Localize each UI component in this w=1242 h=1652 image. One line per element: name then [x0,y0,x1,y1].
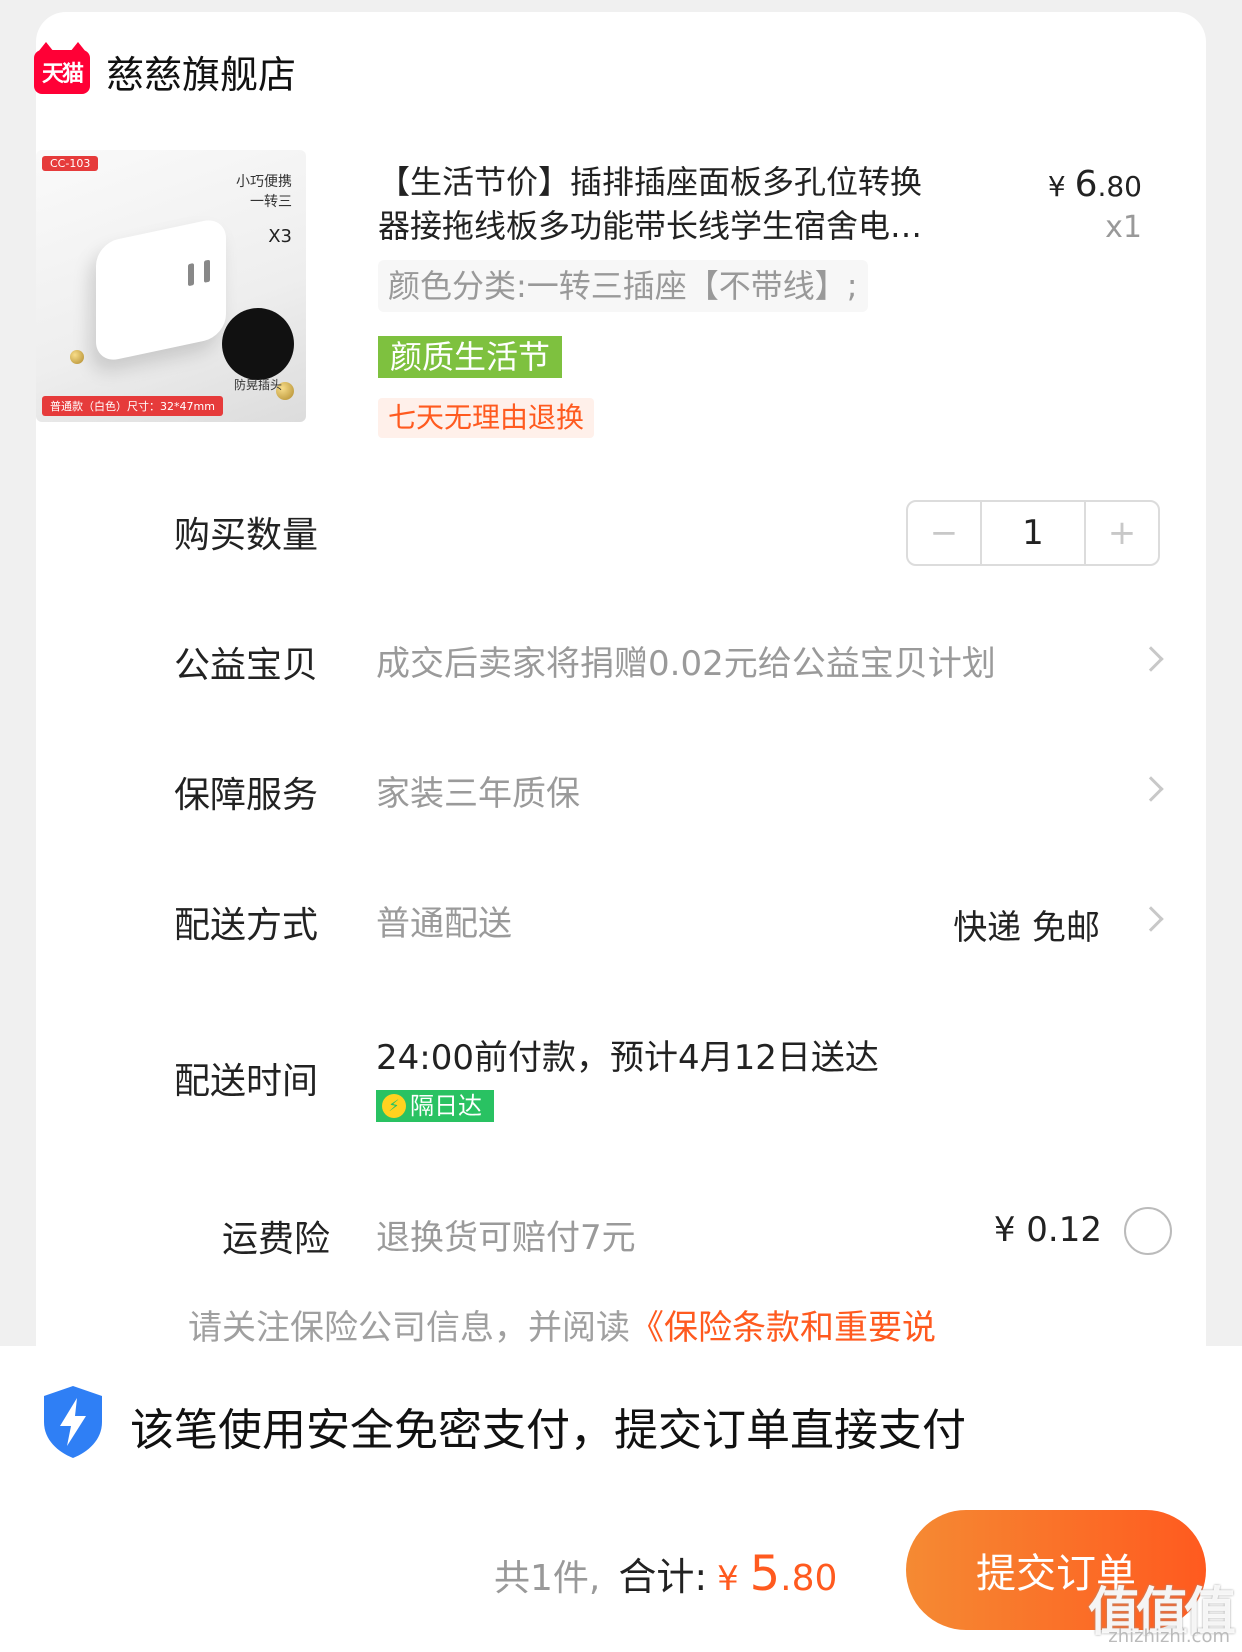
item-count: 共1件, [494,1558,601,1599]
shipping-label: 配送方式 [174,905,319,946]
decor-dot [70,350,84,364]
quantity-label: 购买数量 [174,515,319,556]
product-title[interactable]: 【生活节价】插排插座面板多孔位转换 器接拖线板多功能带长线学生宿舍电… [378,160,1018,248]
promo-badge: 颜质生活节 [378,336,563,378]
quantity-stepper[interactable]: − 1 + [906,500,1160,566]
insurance-notice: 请关注保险公司信息，并阅读《保险条款和重要说 [188,1300,936,1349]
bolt-icon: ⚡ [382,1094,406,1118]
increment-button[interactable]: + [1086,502,1158,564]
price-int: 6 [1074,164,1098,205]
insurance-radio[interactable] [1124,1207,1172,1255]
total-label: 合计: [618,1555,708,1599]
charity-value[interactable]: 成交后卖家将捐赠0.02元给公益宝贝计划 [376,636,996,685]
charity-label: 公益宝贝 [174,645,319,686]
product-title-line1: 【生活节价】插排插座面板多孔位转换 [378,163,923,201]
price-yen: ¥ [1047,170,1075,203]
insurance-price: ¥ 0.12 [993,1210,1102,1250]
product-image[interactable]: CC-103 小巧便携 一转三 X3 防晃插头 普通款（白色）尺寸：32*47m… [36,150,306,422]
shop-name[interactable]: 慈慈旗舰店 [106,44,296,99]
shop-header[interactable]: 天猫 慈慈旗舰店 [34,41,296,99]
decrement-button[interactable]: − [908,502,980,564]
sku-selector[interactable]: 颜色分类:一转三插座【不带线】; [378,260,868,312]
plug-hole [204,259,210,283]
insurance-label: 运费险 [222,1219,331,1260]
delivery-time-label: 配送时间 [174,1061,319,1102]
product-image-x3: X3 [268,226,292,247]
product-price: ¥ 6.80 [1048,164,1142,205]
return-policy-badge: 七天无理由退换 [378,398,595,438]
tmall-logo: 天猫 [34,41,90,94]
plug-shape [96,216,226,364]
insurance-terms-link[interactable]: 《保险条款和重要说 [630,1308,936,1348]
watermark-url: zhizhizhi.com [1108,1626,1230,1647]
secure-pay-text: 该笔使用安全免密支付，提交订单直接支付 [130,1405,966,1456]
delivery-time-value: 24:00前付款，预计4月12日送达 [376,1038,879,1078]
shipping-value[interactable]: 普通配送 [376,896,512,945]
plug-detail-circle [222,308,294,380]
product-quantity: x1 [1105,210,1142,245]
notice-text: 请关注保险公司信息，并阅读 [188,1308,630,1348]
shipping-method[interactable]: 快递 免邮 [953,900,1100,949]
quantity-value[interactable]: 1 [980,502,1086,564]
total-cents: .80 [780,1558,838,1599]
product-image-anti-text: 防晃插头 [233,378,282,392]
total-amount: ¥ 5.80 [717,1546,837,1602]
product-image-tag-top: CC-103 [42,156,99,171]
shield-icon [44,1386,102,1458]
service-value[interactable]: 家装三年质保 [376,766,580,815]
total-yen: ¥ [717,1559,750,1599]
plug-hole [188,262,194,287]
service-label: 保障服务 [174,775,319,816]
product-title-line2: 器接拖线板多功能带长线学生宿舍电… [378,207,923,245]
product-image-tag-bottom: 普通款（白色）尺寸：32*47mm [42,396,223,416]
price-cents: .80 [1097,170,1142,203]
product-image-text: 小巧便携 一转三 [236,174,292,210]
next-day-badge: ⚡ 隔日达 [376,1090,494,1122]
total-int: 5 [749,1546,781,1602]
order-total: 共1件, 合计: ¥ 5.80 [494,1546,837,1602]
next-day-badge-label: 隔日达 [410,1092,482,1120]
insurance-value: 退换货可赔付7元 [376,1218,636,1258]
